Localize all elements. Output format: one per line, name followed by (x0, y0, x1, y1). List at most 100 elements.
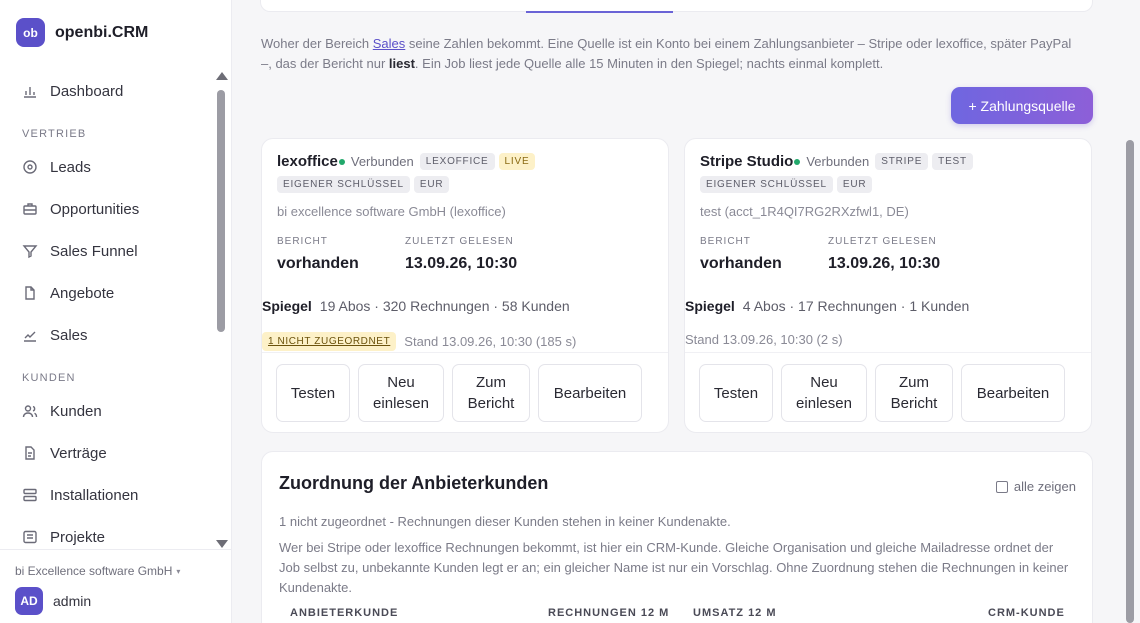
intro-part: . Ein Job liest jede Quelle alle 15 Minu… (414, 56, 884, 71)
mapping-summary: 1 nicht zugeordnet - Rechnungen dieser K… (279, 514, 731, 529)
status-dot-icon (338, 158, 345, 165)
main-scrollbar-thumb[interactable] (1126, 140, 1134, 623)
trend-chart-icon (22, 327, 38, 343)
org-switcher[interactable]: bi Excellence software GmbH ▾ (15, 564, 180, 578)
sidebar-scroll-thumb[interactable] (217, 90, 225, 332)
sidebar-item-angebote[interactable]: Angebote (0, 272, 212, 314)
card-divider (685, 352, 1091, 353)
sales-link[interactable]: Sales (373, 36, 406, 51)
avatar: AD (15, 587, 43, 615)
tabs-panel (260, 0, 1093, 12)
app-logo: ob (16, 18, 45, 47)
tag-key: EIGENER SCHLÜSSEL (700, 176, 833, 193)
to-report-button[interactable]: Zum Bericht (452, 364, 530, 422)
sidebar-scrollbar[interactable] (214, 72, 228, 548)
intro-part: Woher der Bereich (261, 36, 373, 51)
panel-title: Zuordnung der Anbieterkunden (279, 473, 549, 493)
card-actions: Testen Neu einlesen Zum Bericht Bearbeit… (276, 364, 642, 422)
scroll-up-arrow-icon[interactable] (216, 72, 228, 80)
nav-section-kunden: KUNDEN (22, 372, 76, 384)
mapping-description: Wer bei Stripe oder lexoffice Rechnungen… (279, 540, 1069, 595)
show-all-checkbox[interactable] (995, 480, 1008, 493)
to-report-button[interactable]: Zum Bericht (875, 364, 953, 422)
column-header-provider-customer[interactable]: ANBIETERKUNDE (290, 607, 398, 619)
tag-currency: EUR (836, 176, 873, 193)
sidebar-divider (0, 549, 232, 550)
card-title: Stripe Studio (700, 153, 794, 170)
customer-mapping-panel: Zuordnung der Anbieterkunden alle zeigen… (261, 451, 1093, 623)
mirror-values: 19 Abos · 320 Rechnungen · 58 Kunden (319, 298, 570, 314)
sidebar-item-label: Dashboard (50, 82, 124, 100)
unassigned-badge[interactable]: 1 NICHT ZUGEORDNET (262, 332, 397, 351)
report-value: vorhanden (277, 255, 359, 272)
stand-text: Stand 13.09.26, 10:30 (2 s) (685, 332, 843, 347)
card-header: lexoffice Verbunden LEXOFFICE LIVE EIGEN… (277, 153, 657, 193)
show-all-label: alle zeigen (1013, 479, 1076, 494)
intro-bold: liest (388, 56, 415, 71)
org-name: bi Excellence software GmbH (15, 564, 173, 578)
user-menu[interactable]: AD admin (15, 587, 91, 615)
status-text: Verbunden (350, 154, 414, 169)
brand[interactable]: ob openbi.CRM (16, 18, 148, 47)
main-content: Woher der Bereich Sales seine Zahlen bek… (232, 0, 1140, 623)
sidebar-item-vertraege[interactable]: Verträge (0, 432, 212, 474)
sidebar-item-label: Sales (50, 326, 88, 344)
contract-icon (22, 445, 38, 461)
intro-text: Woher der Bereich Sales seine Zahlen bek… (261, 34, 1081, 74)
tag-provider: LEXOFFICE (419, 153, 495, 170)
add-payment-source-button[interactable]: + Zahlungsquelle (951, 87, 1093, 124)
source-card-lexoffice: lexoffice Verbunden LEXOFFICE LIVE EIGEN… (261, 138, 669, 433)
test-button[interactable]: Testen (276, 364, 350, 422)
mirror-status-row: 1 NICHT ZUGEORDNET Stand 13.09.26, 10:30… (262, 332, 576, 351)
report-label: BERICHT (277, 236, 328, 247)
sidebar-item-projekte[interactable]: Projekte (0, 516, 212, 550)
sidebar-item-installationen[interactable]: Installationen (0, 474, 212, 516)
active-tab-indicator (526, 11, 673, 13)
sidebar-nav: Dashboard VERTRIEB Leads Opportunities S… (0, 70, 212, 550)
mirror-stats: Spiegel 19 Abos · 320 Rechnungen · 58 Ku… (262, 298, 570, 314)
card-header: Stripe Studio Verbunden STRIPE TEST EIGE… (700, 153, 1080, 193)
sidebar-item-sales-funnel[interactable]: Sales Funnel (0, 230, 212, 272)
edit-button[interactable]: Bearbeiten (538, 364, 642, 422)
sidebar-item-label: Opportunities (50, 200, 140, 218)
report-label: BERICHT (700, 236, 751, 247)
sidebar: ob openbi.CRM Dashboard VERTRIEB Leads O… (0, 0, 232, 623)
sidebar-item-leads[interactable]: Leads (0, 146, 212, 188)
sidebar-item-label: Kunden (50, 402, 102, 420)
sidebar-item-sales[interactable]: Sales (0, 314, 212, 356)
column-header-revenue[interactable]: UMSATZ 12 M (693, 607, 777, 619)
mirror-stats: Spiegel 4 Abos · 17 Rechnungen · 1 Kunde… (685, 298, 969, 314)
users-icon (22, 403, 38, 419)
show-all-toggle[interactable]: alle zeigen (995, 479, 1076, 494)
nav-section-vertrieb: VERTRIEB (22, 128, 87, 140)
sidebar-item-label: Leads (50, 158, 91, 176)
status-dot-icon (794, 158, 801, 165)
tag-currency: EUR (413, 176, 450, 193)
document-icon (22, 285, 38, 301)
source-card-stripe: Stripe Studio Verbunden STRIPE TEST EIGE… (684, 138, 1092, 433)
username: admin (53, 593, 92, 609)
list-icon (22, 529, 38, 545)
sidebar-item-kunden[interactable]: Kunden (0, 390, 212, 432)
bar-chart-icon (22, 83, 38, 99)
column-header-crm-customer[interactable]: CRM-KUNDE (988, 607, 1065, 619)
reload-button[interactable]: Neu einlesen (781, 364, 867, 422)
briefcase-icon (22, 201, 38, 217)
card-subtitle: test (acct_1R4QI7RG2RXzfwl1, DE) (700, 204, 909, 219)
sidebar-item-dashboard[interactable]: Dashboard (0, 70, 212, 112)
edit-button[interactable]: Bearbeiten (961, 364, 1065, 422)
last-read-value: 13.09.26, 10:30 (405, 255, 518, 272)
app-name: openbi.CRM (55, 23, 149, 41)
scroll-down-arrow-icon[interactable] (216, 540, 228, 548)
test-button[interactable]: Testen (699, 364, 773, 422)
tag-mode: LIVE (498, 153, 536, 170)
target-icon (22, 159, 38, 175)
sidebar-item-opportunities[interactable]: Opportunities (0, 188, 212, 230)
mirror-label: Spiegel (262, 298, 312, 314)
card-actions: Testen Neu einlesen Zum Bericht Bearbeit… (699, 364, 1065, 422)
column-header-invoices[interactable]: RECHNUNGEN 12 M (548, 607, 669, 619)
reload-button[interactable]: Neu einlesen (358, 364, 444, 422)
report-meta: BERICHT vorhanden (277, 236, 359, 273)
last-read-meta: ZULETZT GELESEN 13.09.26, 10:30 (405, 236, 517, 273)
funnel-icon (22, 243, 38, 259)
